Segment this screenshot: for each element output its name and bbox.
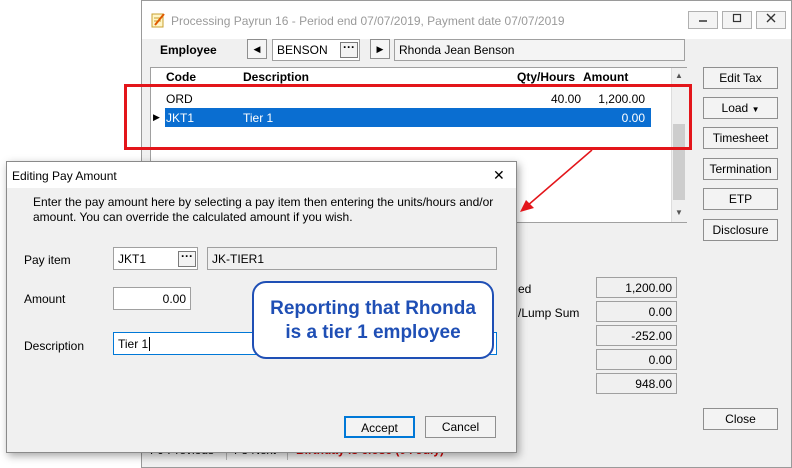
annotation-callout: Reporting that Rhonda is a tier 1 employ… (252, 281, 494, 359)
callout-line-2: is a tier 1 employee (285, 322, 461, 343)
callout-line-1: Reporting that Rhonda (270, 298, 476, 319)
annotation-arrow (520, 149, 593, 212)
